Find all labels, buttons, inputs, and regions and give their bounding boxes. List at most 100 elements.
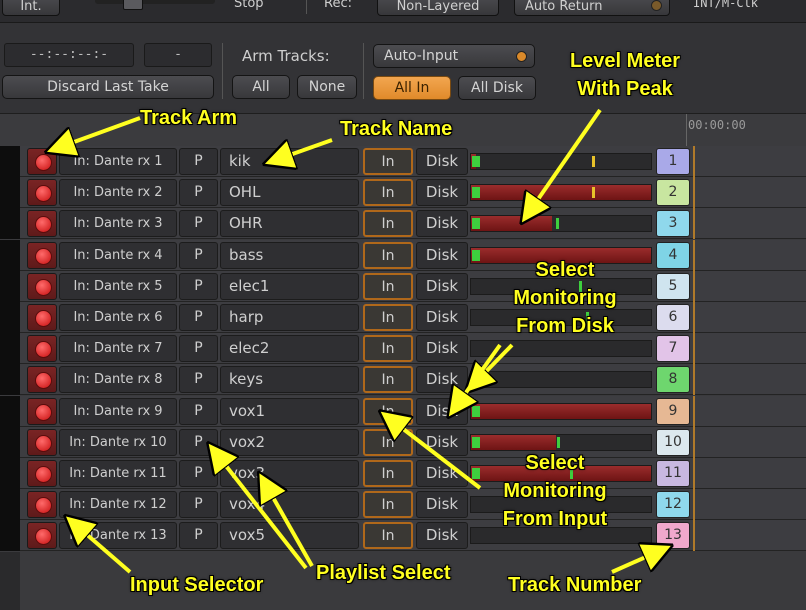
record-arm-button[interactable] [27, 304, 57, 331]
input-selector-button[interactable]: In: Dante rx 9 [59, 397, 177, 425]
playlist-button[interactable]: P [179, 179, 218, 207]
record-arm-button[interactable] [27, 272, 57, 300]
track-selection-strip[interactable] [0, 208, 20, 240]
track-number-badge[interactable]: 9 [656, 397, 690, 425]
playlist-button[interactable]: P [179, 522, 218, 550]
track-selection-strip[interactable] [0, 364, 20, 396]
shuttle-slider[interactable] [95, 0, 215, 10]
track-number-badge[interactable]: 3 [656, 210, 690, 238]
monitor-disk-button[interactable]: Disk [416, 491, 468, 519]
track-selection-strip[interactable] [0, 395, 20, 427]
track-number-badge[interactable]: 11 [656, 460, 690, 487]
input-selector-button[interactable]: In: Dante rx 7 [59, 335, 177, 363]
input-selector-button[interactable]: In: Dante rx 12 [59, 491, 177, 519]
input-selector-button[interactable]: In: Dante rx 10 [59, 428, 177, 456]
record-arm-button[interactable] [27, 335, 57, 363]
monitor-input-button[interactable]: In [363, 179, 413, 207]
input-selector-button[interactable]: In: Dante rx 6 [59, 304, 177, 331]
track-selection-strip[interactable] [0, 146, 20, 177]
monitor-input-button[interactable]: In [363, 241, 413, 269]
monitor-input-button[interactable]: In [363, 491, 413, 519]
playlist-button[interactable]: P [179, 491, 218, 519]
input-selector-button[interactable]: In: Dante rx 3 [59, 210, 177, 238]
input-selector-button[interactable]: In: Dante rx 11 [59, 460, 177, 487]
monitor-input-button[interactable]: In [363, 335, 413, 363]
playlist-button[interactable]: P [179, 397, 218, 425]
monitor-input-button[interactable]: In [363, 366, 413, 394]
track-selection-strip[interactable] [0, 458, 20, 489]
all-in-button[interactable]: All In [373, 76, 451, 100]
playlist-button[interactable]: P [179, 272, 218, 300]
track-name-field[interactable]: vox4 [220, 491, 359, 519]
track-name-field[interactable]: vox2 [220, 428, 359, 456]
track-selection-strip[interactable] [0, 489, 20, 521]
track-name-field[interactable]: vox5 [220, 522, 359, 550]
monitor-disk-button[interactable]: Disk [416, 304, 468, 331]
monitor-input-button[interactable]: In [363, 210, 413, 238]
input-selector-button[interactable]: In: Dante rx 8 [59, 366, 177, 394]
track-number-badge[interactable]: 10 [656, 428, 690, 456]
monitor-disk-button[interactable]: Disk [416, 241, 468, 269]
monitor-disk-button[interactable]: Disk [416, 179, 468, 207]
playlist-button[interactable]: P [179, 366, 218, 394]
record-arm-button[interactable] [27, 397, 57, 425]
monitor-disk-button[interactable]: Disk [416, 210, 468, 238]
track-name-field[interactable]: elec2 [220, 335, 359, 363]
track-name-field[interactable]: kik [220, 148, 359, 175]
track-selection-strip[interactable] [0, 426, 20, 458]
monitor-input-button[interactable]: In [363, 304, 413, 331]
record-mode-dropdown[interactable]: Non-Layered [377, 0, 499, 16]
input-selector-button[interactable]: In: Dante rx 1 [59, 148, 177, 175]
track-name-field[interactable]: bass [220, 241, 359, 269]
input-selector-button[interactable]: In: Dante rx 5 [59, 272, 177, 300]
track-number-badge[interactable]: 1 [656, 148, 690, 175]
playlist-button[interactable]: P [179, 460, 218, 487]
playlist-button[interactable]: P [179, 304, 218, 331]
track-selection-strip[interactable] [0, 239, 20, 271]
record-arm-button[interactable] [27, 179, 57, 207]
track-name-field[interactable]: OHL [220, 179, 359, 207]
monitor-input-button[interactable]: In [363, 522, 413, 550]
monitor-input-button[interactable]: In [363, 148, 413, 175]
track-number-badge[interactable]: 7 [656, 335, 690, 363]
discard-last-take-button[interactable]: Discard Last Take [2, 75, 214, 99]
auto-return-button[interactable]: Auto Return [514, 0, 670, 16]
record-arm-button[interactable] [27, 428, 57, 456]
record-arm-button[interactable] [27, 522, 57, 550]
track-number-badge[interactable]: 12 [656, 491, 690, 519]
arm-none-button[interactable]: None [297, 75, 357, 99]
monitor-input-button[interactable]: In [363, 397, 413, 425]
track-name-field[interactable]: vox3 [220, 460, 359, 487]
input-selector-button[interactable]: In: Dante rx 13 [59, 522, 177, 550]
track-number-badge[interactable]: 2 [656, 179, 690, 207]
playlist-button[interactable]: P [179, 241, 218, 269]
monitor-input-button[interactable]: In [363, 428, 413, 456]
record-arm-button[interactable] [27, 491, 57, 519]
monitor-disk-button[interactable]: Disk [416, 272, 468, 300]
track-selection-strip[interactable] [0, 177, 20, 209]
track-number-badge[interactable]: 13 [656, 522, 690, 550]
track-number-badge[interactable]: 8 [656, 366, 690, 394]
monitor-disk-button[interactable]: Disk [416, 335, 468, 363]
monitor-disk-button[interactable]: Disk [416, 148, 468, 175]
track-selection-strip[interactable] [0, 520, 20, 552]
all-disk-button[interactable]: All Disk [458, 76, 536, 100]
track-number-badge[interactable]: 5 [656, 272, 690, 300]
playlist-button[interactable]: P [179, 428, 218, 456]
track-name-field[interactable]: harp [220, 304, 359, 331]
monitor-input-button[interactable]: In [363, 460, 413, 487]
monitor-disk-button[interactable]: Disk [416, 397, 468, 425]
track-number-badge[interactable]: 6 [656, 304, 690, 331]
track-selection-strip[interactable] [0, 302, 20, 333]
auto-input-button[interactable]: Auto-Input [373, 44, 535, 68]
input-selector-button[interactable]: In: Dante rx 2 [59, 179, 177, 207]
track-name-field[interactable]: vox1 [220, 397, 359, 425]
playlist-button[interactable]: P [179, 210, 218, 238]
record-arm-button[interactable] [27, 366, 57, 394]
track-selection-strip[interactable] [0, 270, 20, 302]
arm-all-button[interactable]: All [232, 75, 290, 99]
monitor-disk-button[interactable]: Disk [416, 460, 468, 487]
record-arm-button[interactable] [27, 210, 57, 238]
internal-sync-button[interactable]: Int. [2, 0, 60, 16]
playlist-button[interactable]: P [179, 335, 218, 363]
